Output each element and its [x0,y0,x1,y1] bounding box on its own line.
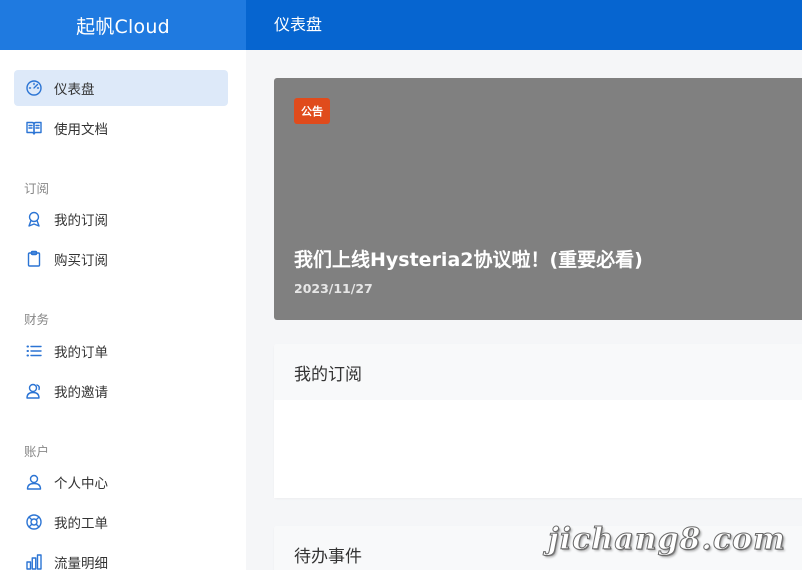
sidebar-item-label: 我的订阅 [54,213,108,229]
announcement-banner[interactable]: 公告 我们上线Hysteria2协议啦！(重要必看) 2023/11/27 [274,78,802,320]
sidebar-item-profile[interactable]: 个人中心 [14,464,228,500]
sidebar-item-label: 购买订阅 [54,253,108,269]
main-content: 公告 我们上线Hysteria2协议啦！(重要必看) 2023/11/27 我的… [246,50,802,570]
sidebar-item-docs[interactable]: 使用文档 [14,110,228,146]
lifebuoy-icon [25,513,43,531]
sidebar-item-label: 个人中心 [54,476,108,492]
award-icon [25,210,43,228]
nav-section-account: 账户 [24,444,50,459]
book-icon [25,119,43,137]
sidebar-item-tickets[interactable]: 我的工单 [14,504,228,540]
card-title: 我的订阅 [274,344,802,400]
sidebar-item-label: 我的工单 [54,516,108,532]
watermark: jichang8.com [548,522,786,558]
nav-section-subscription: 订阅 [24,181,50,196]
announcement-badge: 公告 [294,98,330,124]
sidebar-item-label: 仪表盘 [54,82,95,98]
nav-section-finance: 财务 [24,312,50,327]
sidebar-item-my-orders[interactable]: 我的订单 [14,333,228,369]
card-body [274,400,802,498]
sidebar-item-my-subscription[interactable]: 我的订阅 [14,201,228,237]
users-icon [25,382,43,400]
bar-chart-icon [25,553,43,570]
list-icon [25,342,43,360]
announcement-title: 我们上线Hysteria2协议啦！(重要必看) [294,249,643,271]
sidebar-item-traffic[interactable]: 流量明细 [14,544,228,570]
user-icon [25,473,43,491]
sidebar-item-dashboard[interactable]: 仪表盘 [14,70,228,106]
clipboard-icon [25,250,43,268]
announcement-date: 2023/11/27 [294,281,373,296]
sidebar-item-label: 我的邀请 [54,385,108,401]
sidebar-item-buy-subscription[interactable]: 购买订阅 [14,241,228,277]
my-subscription-card: 我的订阅 [274,344,802,498]
sidebar-item-label: 流量明细 [54,556,108,570]
sidebar-item-label: 我的订单 [54,345,108,361]
dashboard-icon [25,79,43,97]
sidebar: 仪表盘 使用文档 订阅 我的订阅 购买订阅 财务 我的订单 我的邀请 账户 个人… [0,50,246,570]
top-bar: 起帆Cloud 仪表盘 [0,0,802,50]
sidebar-item-label: 使用文档 [54,122,108,138]
brand-logo[interactable]: 起帆Cloud [0,0,246,50]
sidebar-item-my-invites[interactable]: 我的邀请 [14,373,228,409]
page-title: 仪表盘 [274,15,323,34]
